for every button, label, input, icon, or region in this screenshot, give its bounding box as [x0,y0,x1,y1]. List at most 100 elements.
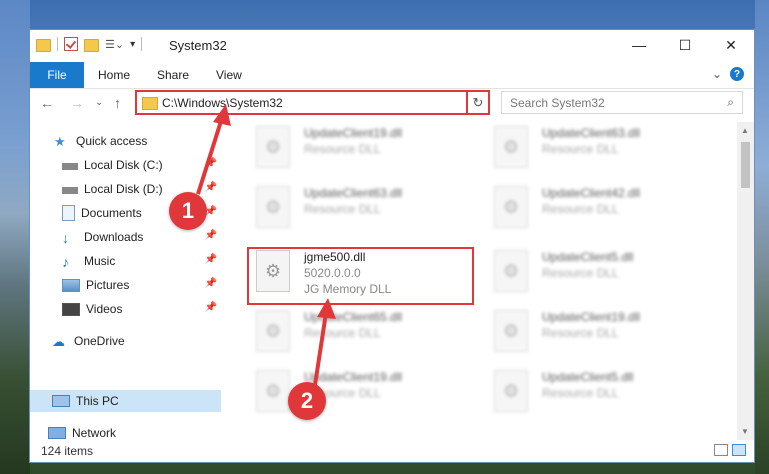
pin-icon[interactable]: 📌 [205,230,217,241]
recent-locations-button[interactable]: ⌄ [95,97,103,108]
star-icon: ★ [54,134,66,149]
forward-button[interactable]: → [70,95,84,111]
tab-file[interactable]: File [30,62,84,88]
status-bar: 124 items [30,440,754,462]
navigation-pane: ★ Quick access Local Disk (C:) 📌 Local D… [30,122,221,440]
nav-item-label: This PC [76,394,119,408]
up-button[interactable]: ↑ [114,95,121,111]
file-name: UpdateClient63.dll [304,186,403,200]
address-row: ← → ⌄ ↑ C:\Windows\System32 ⌄ ↻ Search S… [30,89,754,119]
file-highlight-box [247,247,474,305]
nav-item-label: Pictures [86,278,130,292]
dll-file-icon [494,186,528,228]
download-icon: ↓ [62,230,69,246]
nav-item-label: Music [84,254,116,268]
help-icon[interactable]: ? [730,67,744,81]
drive-icon [62,162,78,170]
tab-home[interactable]: Home [98,68,130,82]
file-description: Resource DLL [542,266,619,280]
pin-icon[interactable]: 📌 [205,254,217,265]
dll-file-icon [494,310,528,352]
pin-icon[interactable]: 📌 [205,182,217,193]
file-description: Resource DLL [542,202,619,216]
file-item[interactable]: UpdateClient63.dll Resource DLL [486,122,706,178]
nav-item-this-pc[interactable]: This PC [30,390,221,412]
nav-item-local-disk-c[interactable]: Local Disk (C:) 📌 [30,154,221,176]
minimize-button[interactable]: — [616,30,662,60]
scroll-up-icon[interactable]: ▲ [741,126,749,135]
nav-item-onedrive[interactable]: ☁ OneDrive [30,330,221,352]
nav-item-label: Downloads [84,230,144,244]
dll-file-icon [256,186,290,228]
back-button[interactable]: ← [40,95,54,111]
cloud-icon: ☁ [52,334,65,349]
quick-access-toolbar: ☰⌄ ▾ [36,37,143,52]
file-name: UpdateClient19.dll [542,310,641,324]
ribbon-controls: ⌄ ? [712,67,744,81]
address-bar[interactable]: C:\Windows\System32 ⌄ [135,90,488,115]
file-item[interactable]: UpdateClient19.dll Resource DLL [486,306,706,362]
file-item[interactable]: UpdateClient5.dll Resource DLL [486,246,706,302]
desktop-wallpaper-right [755,0,769,474]
nav-item-label: Local Disk (C:) [84,158,163,172]
file-description: Resource DLL [304,326,381,340]
file-description: Resource DLL [542,326,619,340]
search-placeholder: Search System32 [510,96,605,110]
file-description: Resource DLL [304,142,381,156]
file-description: Resource DLL [542,386,619,400]
scroll-down-icon[interactable]: ▼ [741,427,749,436]
properties-icon[interactable] [64,37,78,51]
details-view-icon[interactable] [714,444,728,456]
dll-file-icon [494,250,528,292]
search-input[interactable]: Search System32 ⌕ [501,91,743,114]
customize-toolbar-icon[interactable]: ☰⌄ [105,38,124,51]
new-folder-icon[interactable] [84,38,99,52]
file-item[interactable]: UpdateClient19.dll Resource DLL [248,122,468,178]
file-item[interactable]: UpdateClient42.dll Resource DLL [486,182,706,238]
file-name: UpdateClient5.dll [542,370,634,384]
computer-icon [52,395,70,407]
folder-icon [142,97,158,110]
tiles-view-icon[interactable] [732,444,746,456]
title-bar: ☰⌄ ▾ System32 — ☐ ✕ [30,30,754,62]
maximize-button[interactable]: ☐ [662,30,708,60]
tab-share[interactable]: Share [157,68,189,82]
dll-file-icon [494,370,528,412]
step-marker-1: 1 [169,192,207,230]
file-item[interactable]: UpdateClient63.dll Resource DLL [248,182,468,238]
desktop-wallpaper-left [0,0,30,474]
file-explorer-window: ☰⌄ ▾ System32 — ☐ ✕ File Home Share View… [29,29,755,463]
refresh-button[interactable]: ↻ [466,90,490,115]
scrollbar-thumb[interactable] [741,142,750,188]
vertical-scrollbar[interactable]: ▲ ▼ [737,122,754,440]
file-name: UpdateClient63.dll [542,126,641,140]
step-marker-2: 2 [288,382,326,420]
close-button[interactable]: ✕ [708,30,754,60]
drive-icon [62,186,78,194]
file-description: Resource DLL [304,202,381,216]
file-item[interactable]: UpdateClient65.dll Resource DLL [248,306,468,362]
ribbon-tabs: File Home Share View ⌄ ? [30,62,754,89]
file-name: UpdateClient19.dll [304,126,403,140]
file-item[interactable]: UpdateClient5.dll Resource DLL [486,366,706,422]
nav-item-music[interactable]: ♪ Music 📌 [30,250,221,272]
address-path[interactable]: C:\Windows\System32 [162,96,283,110]
pictures-icon [62,278,80,292]
pin-icon[interactable]: 📌 [205,278,217,289]
file-name: UpdateClient5.dll [542,250,634,264]
videos-icon [62,302,80,316]
network-icon [48,427,66,439]
nav-item-pictures[interactable]: Pictures 📌 [30,274,221,296]
expand-ribbon-icon[interactable]: ⌄ [712,67,722,81]
toolbar-dropdown-icon[interactable]: ▾ [130,39,135,50]
pin-icon[interactable]: 📌 [205,302,217,313]
search-icon: ⌕ [727,95,734,109]
item-count: 124 items [41,444,94,458]
nav-item-videos[interactable]: Videos 📌 [30,298,221,320]
pin-icon[interactable]: 📌 [205,158,217,169]
nav-item-label: Local Disk (D:) [84,182,163,196]
toolbar-divider [57,37,58,51]
tab-view[interactable]: View [216,68,242,82]
file-item[interactable]: UpdateClient19.dll Resource DLL [248,366,468,422]
nav-item-quick-access[interactable]: ★ Quick access [30,130,221,152]
